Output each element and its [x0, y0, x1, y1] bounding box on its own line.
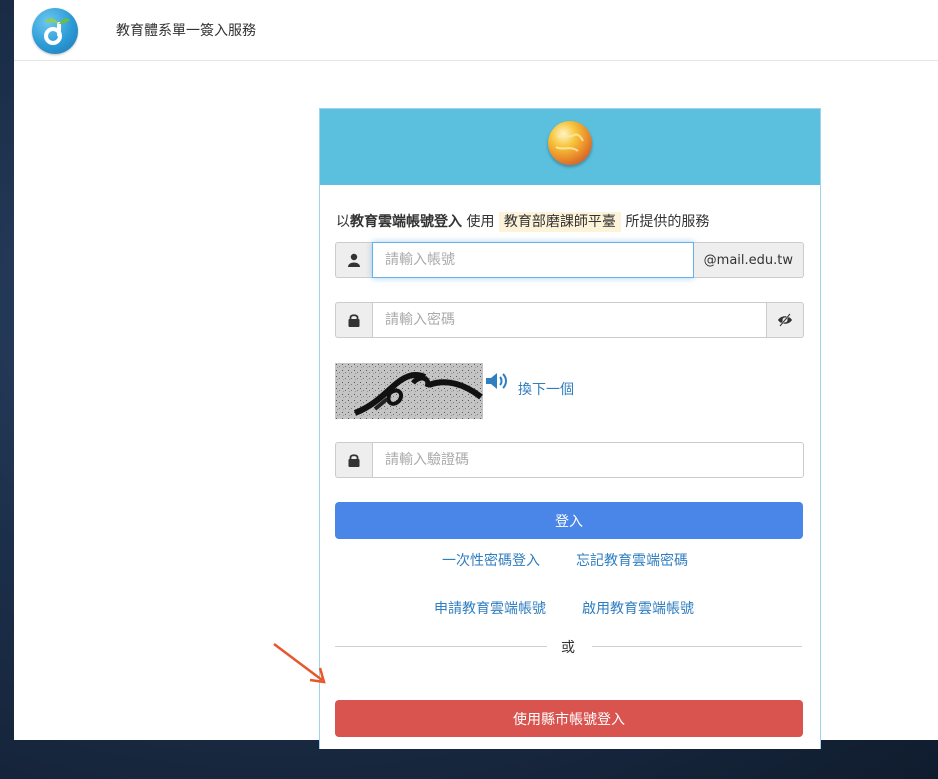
or-divider: 或 [561, 640, 575, 656]
city-account-login-button[interactable]: 使用縣市帳號登入 [335, 700, 803, 737]
captcha-refresh-link[interactable]: 換下一個 [518, 379, 574, 399]
intro-prefix: 以 [336, 214, 350, 230]
username-group: @mail.edu.tw [335, 242, 804, 278]
service-name: 教育部磨課師平臺 [498, 212, 621, 232]
login-button[interactable]: 登入 [335, 502, 803, 539]
lock-icon [335, 442, 372, 478]
activate-account-link[interactable]: 啟用教育雲端帳號 [582, 598, 694, 618]
captcha-image [335, 363, 483, 419]
username-input[interactable] [372, 242, 694, 278]
password-group [335, 302, 804, 338]
forgot-password-link[interactable]: 忘記教育雲端密碼 [576, 550, 688, 570]
speaker-icon[interactable] [485, 371, 511, 395]
top-bar: 教育體系單一簽入服務 [14, 0, 938, 61]
globe-icon [548, 121, 592, 165]
captcha-input[interactable] [372, 442, 804, 478]
intro-text: 以教育雲端帳號登入 使用 教育部磨課師平臺 所提供的服務 [336, 211, 710, 232]
app-title: 教育體系單一簽入服務 [116, 23, 256, 39]
app-logo[interactable] [32, 8, 78, 54]
divider-line-left [335, 646, 547, 647]
user-icon [335, 242, 372, 278]
otp-login-link[interactable]: 一次性密碼登入 [442, 550, 540, 570]
divider-line-right [592, 646, 802, 647]
lock-icon [335, 302, 372, 338]
apply-account-link[interactable]: 申請教育雲端帳號 [434, 598, 546, 618]
page: 教育體系單一簽入服務 以教育雲端帳號登入 使用 教育部磨課師平臺 所提供的服務 … [14, 0, 938, 749]
eye-slash-icon[interactable] [767, 302, 804, 338]
password-input[interactable] [372, 302, 767, 338]
card-header [320, 109, 820, 185]
domain-suffix: @mail.edu.tw [693, 242, 804, 278]
intro-middle: 使用 [462, 214, 499, 230]
login-card: 以教育雲端帳號登入 使用 教育部磨課師平臺 所提供的服務 @mail.edu.t… [319, 108, 821, 749]
annotation-arrow [273, 643, 326, 684]
intro-suffix: 所提供的服務 [620, 214, 710, 230]
intro-account-type: 教育雲端帳號登入 [350, 214, 462, 230]
captcha-group [335, 442, 804, 478]
